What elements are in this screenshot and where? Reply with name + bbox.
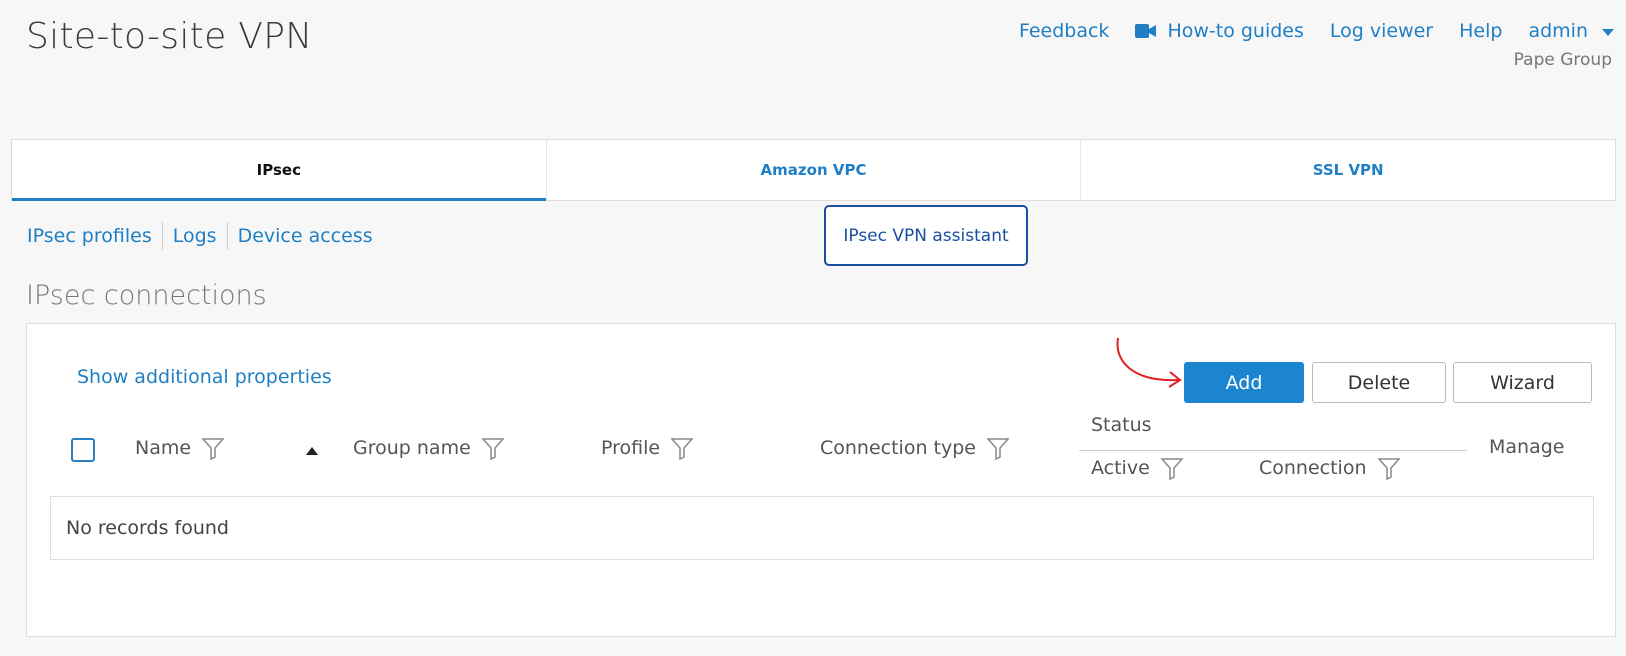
empty-records-row: No records found: [50, 496, 1594, 560]
sub-links: IPsec profiles Logs Device access: [27, 222, 383, 250]
column-group-name[interactable]: Group name: [353, 436, 505, 460]
logs-link[interactable]: Logs: [161, 222, 227, 250]
help-link[interactable]: Help: [1459, 20, 1502, 42]
column-profile-label: Profile: [601, 437, 661, 459]
admin-label: admin: [1528, 20, 1588, 42]
column-active-label: Active: [1091, 457, 1150, 479]
ipsec-vpn-assistant-button[interactable]: IPsec VPN assistant: [824, 205, 1028, 266]
tab-ipsec[interactable]: IPsec: [12, 140, 547, 201]
ipsec-profiles-link[interactable]: IPsec profiles: [27, 222, 162, 250]
tab-bar: IPsec Amazon VPC SSL VPN: [11, 139, 1616, 201]
log-viewer-link[interactable]: Log viewer: [1330, 20, 1433, 42]
organization-name: Pape Group: [1513, 50, 1612, 70]
column-manage: Manage: [1489, 436, 1565, 458]
filter-icon[interactable]: [201, 436, 225, 460]
filter-icon[interactable]: [986, 436, 1010, 460]
filter-icon[interactable]: [481, 436, 505, 460]
caret-down-icon: [1602, 28, 1614, 36]
feedback-link[interactable]: Feedback: [1019, 20, 1109, 42]
filter-icon[interactable]: [1376, 456, 1401, 480]
tab-amazon-vpc[interactable]: Amazon VPC: [547, 140, 1082, 200]
column-name-label: Name: [135, 437, 192, 459]
video-camera-icon: [1135, 23, 1159, 39]
howto-guides-link[interactable]: How-to guides: [1135, 20, 1304, 42]
status-divider: [1079, 450, 1467, 451]
connections-panel: Show additional properties Add Delete Wi…: [26, 323, 1616, 637]
column-connection[interactable]: Connection: [1259, 456, 1401, 480]
device-access-link[interactable]: Device access: [226, 222, 383, 250]
wizard-button[interactable]: Wizard: [1453, 362, 1592, 403]
filter-icon[interactable]: [670, 436, 694, 460]
select-all-checkbox[interactable]: [71, 438, 95, 462]
top-nav: Feedback How-to guides Log viewer Help a…: [1019, 20, 1614, 42]
column-active[interactable]: Active: [1091, 456, 1184, 480]
show-additional-properties-link[interactable]: Show additional properties: [77, 366, 332, 388]
sort-ascending-icon[interactable]: [306, 447, 318, 455]
red-arrow-annotation-icon: [1112, 336, 1186, 398]
add-button[interactable]: Add: [1184, 362, 1304, 403]
column-connection-type-label: Connection type: [820, 437, 976, 459]
column-group-name-label: Group name: [353, 437, 471, 459]
tab-ssl-vpn[interactable]: SSL VPN: [1081, 140, 1615, 200]
column-profile[interactable]: Profile: [601, 436, 694, 460]
delete-button[interactable]: Delete: [1312, 362, 1446, 403]
column-name[interactable]: Name: [135, 436, 225, 460]
section-title: IPsec connections: [26, 280, 267, 311]
column-connection-type[interactable]: Connection type: [820, 436, 1010, 460]
column-group-status: Status: [1091, 414, 1152, 436]
filter-icon[interactable]: [1160, 456, 1184, 480]
page-title: Site-to-site VPN: [26, 16, 313, 57]
admin-menu[interactable]: admin: [1528, 20, 1614, 42]
howto-guides-label: How-to guides: [1167, 20, 1304, 42]
column-connection-label: Connection: [1259, 457, 1367, 479]
